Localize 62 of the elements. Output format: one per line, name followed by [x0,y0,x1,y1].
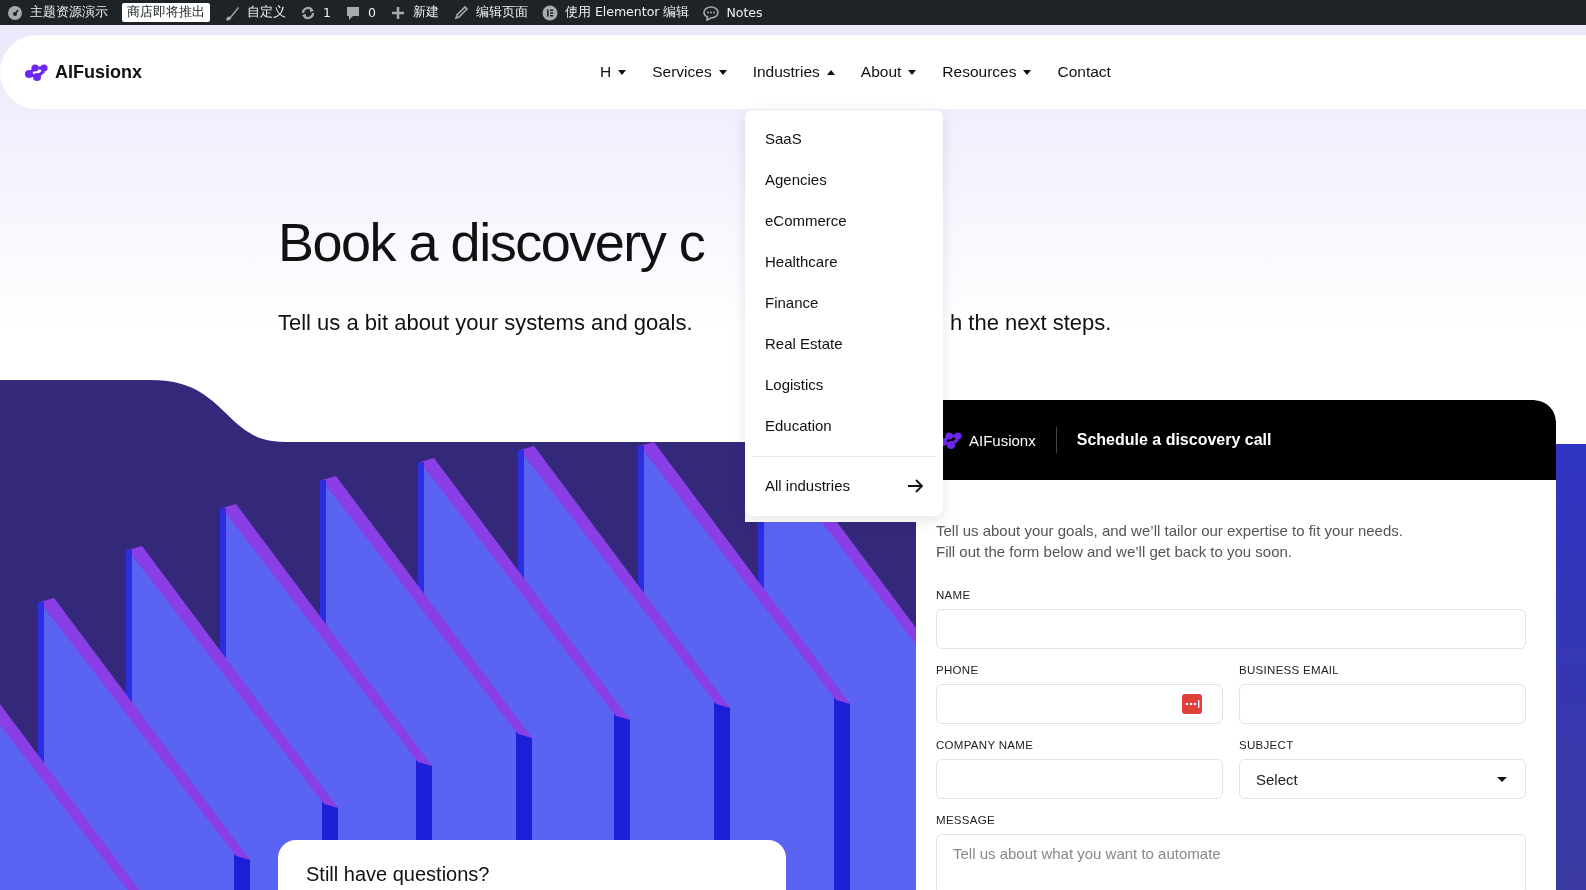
field-label: SUBJECT [1239,738,1295,752]
admin-bar-link[interactable]: 使用 Elementor 编辑 [564,4,690,21]
form-title: Schedule a discovery call [1076,431,1272,449]
caret-icon [618,68,627,76]
chat-icon [703,4,720,21]
admin-bar-link[interactable]: 新建 [412,4,439,21]
help-card-title: Still have questions? [306,862,490,886]
text-field[interactable] [1239,684,1526,724]
hero-subtitle: Tell us a bit about your systems and goals. [278,310,694,336]
caret-icon [1023,68,1032,76]
comment-icon [344,4,361,21]
hero-subtitle-fragment: h the next steps. [950,310,1113,336]
nav-link[interactable]: Industries [752,63,835,81]
menu-item[interactable]: eCommerce [753,200,935,241]
nav-link[interactable]: Contact [1057,63,1111,81]
nav-link[interactable]: H [600,63,627,81]
phone-field[interactable] [936,684,1223,724]
plus-icon [389,4,406,21]
menu-item[interactable]: Logistics [753,364,935,405]
field-label: COMPANY NAME [936,738,1035,752]
menu-item[interactable]: Healthcare [753,241,935,282]
intro-text: Tell us about your goals, and we’ll tailor our expertise to fit your needs. [936,521,1404,541]
nav-link[interactable]: About [860,63,917,81]
caret-icon [718,68,727,76]
nav-link[interactable]: Services [652,63,727,81]
nav-link[interactable]: Resources [942,63,1032,81]
field-label: PHONE [936,663,980,677]
menu-item[interactable]: SaaS [753,118,935,159]
text-field[interactable] [936,609,1526,649]
menu-item[interactable]: Real Estate [753,323,935,364]
elementor-icon [541,4,558,21]
dashboard-icon [7,4,23,21]
caret-icon [1497,776,1507,782]
message-field[interactable]: Tell us about what you want to automate [936,834,1526,890]
store-badge: 商店即将推出 [122,3,210,22]
arrow-right-icon [907,477,923,494]
refresh-icon [300,4,316,21]
all-industries-link[interactable]: All industries [753,467,935,504]
hero-heading: Book a discovery c [278,211,705,274]
admin-bar-link[interactable]: Notes [726,5,763,20]
logo-icon [24,62,49,82]
field-label: MESSAGE [936,813,996,827]
menu-item[interactable]: Agencies [753,159,935,200]
intro-text: Fill out the form below and we’ll get back to you soon. [936,542,1294,562]
text-field[interactable] [936,759,1223,799]
logo-text[interactable]: AIFusionx [55,61,142,83]
logo-text[interactable]: AIFusionx [969,431,1036,449]
admin-bar-link[interactable]: 主题资源演示 [30,4,108,21]
caret-icon [908,68,917,76]
menu-item[interactable]: Education [753,405,935,446]
field-label: BUSINESS EMAIL [1239,663,1341,677]
admin-bar-link[interactable]: 1 [323,5,331,20]
field-label: NAME [936,588,972,602]
admin-bar-link[interactable]: 编辑页面 [475,4,528,21]
subject-select[interactable]: Select [1239,759,1526,799]
pencil-icon [452,4,469,21]
admin-bar-link[interactable]: 自定义 [247,4,286,21]
admin-bar-link[interactable]: 0 [367,5,376,20]
caret-icon [826,68,835,76]
brush-icon [224,4,240,21]
menu-item[interactable]: Finance [753,282,935,323]
password-manager-icon [1182,694,1202,714]
